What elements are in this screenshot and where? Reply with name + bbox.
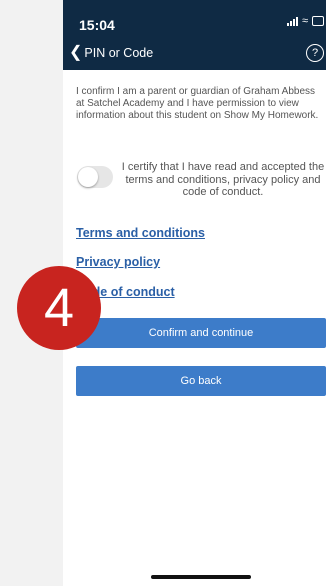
consent-text: I confirm I am a parent or guardian of G… bbox=[76, 86, 319, 121]
certify-text: I certify that I have read and accepted … bbox=[121, 161, 325, 198]
home-indicator bbox=[151, 575, 251, 579]
privacy-link[interactable]: Privacy policy bbox=[76, 255, 160, 269]
wifi-icon: ≈ bbox=[301, 15, 308, 27]
signal-icon bbox=[286, 16, 298, 26]
back-nav[interactable]: ❮ PIN or Code bbox=[69, 45, 153, 61]
status-icons: ≈ bbox=[286, 15, 324, 27]
terms-link[interactable]: Terms and conditions bbox=[76, 226, 205, 240]
question-icon[interactable]: ? bbox=[306, 44, 324, 62]
confirm-button[interactable]: Confirm and continue bbox=[76, 318, 326, 348]
battery-icon bbox=[312, 16, 324, 26]
chevron-left-icon[interactable]: ❮ bbox=[69, 45, 82, 61]
status-time: 15:04 bbox=[79, 17, 115, 33]
certify-toggle[interactable] bbox=[77, 166, 113, 188]
nav-title: PIN or Code bbox=[84, 46, 154, 60]
go-back-button[interactable]: Go back bbox=[76, 366, 326, 396]
toggle-knob bbox=[78, 167, 98, 187]
top-bar: 15:04 ≈ ❮ PIN or Code ? bbox=[63, 0, 326, 70]
phone-screen: 15:04 ≈ ❮ PIN or Code ? I confirm I am a… bbox=[63, 0, 326, 586]
step-number-badge: 4 bbox=[17, 266, 101, 350]
